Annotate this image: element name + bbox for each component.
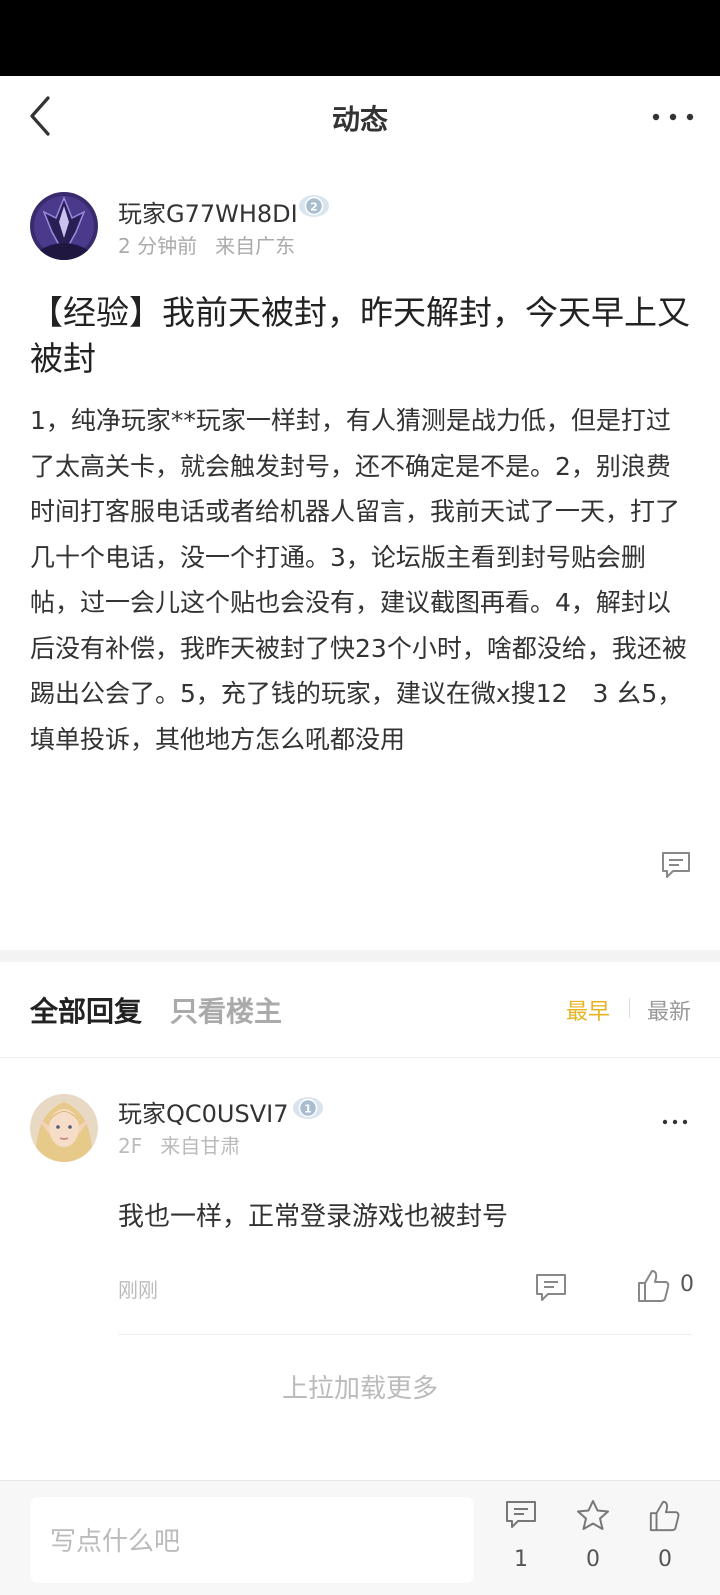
level-medal-icon: 2 bbox=[299, 195, 329, 217]
reply-item: 玩家QC0USVI7 1 2F 来自甘肃 我也一样，正常登录游戏也被封号 刚刚 0 bbox=[0, 1058, 720, 1338]
favorite-count: 0 bbox=[586, 1547, 600, 1572]
post-time: 2 分钟前 bbox=[118, 234, 198, 258]
post-author: 玩家G77WH8DI 2 2 分钟前 来自广东 bbox=[30, 192, 690, 262]
level-medal-icon: 1 bbox=[293, 1097, 323, 1119]
post-title: 【经验】我前天被封，昨天解封，今天早上又被封 bbox=[30, 293, 690, 378]
page-title: 动态 bbox=[331, 103, 388, 136]
thumbs-up-icon bbox=[649, 1500, 680, 1532]
elf-girl-avatar-icon bbox=[30, 1094, 98, 1162]
reply-text: 我也一样，正常登录游戏也被封号 bbox=[118, 1202, 509, 1232]
level-badge: 1 bbox=[292, 1094, 324, 1122]
reply-like-count: 0 bbox=[680, 1272, 694, 1297]
sort-latest[interactable]: 最新 bbox=[647, 994, 691, 1026]
armored-knight-avatar-icon bbox=[30, 192, 98, 260]
post-location: 来自广东 bbox=[215, 234, 296, 258]
bottom-bar: 写点什么吧 1 0 0 bbox=[0, 1480, 720, 1595]
author-name[interactable]: 玩家G77WH8DI bbox=[118, 194, 298, 229]
post-body: 1，纯净玩家**玩家一样封，有人猜测是战力低，但是打过了太高关卡，就会触发封号，… bbox=[30, 406, 687, 754]
favorite-button[interactable]: 0 bbox=[568, 1491, 618, 1581]
nav-bar: 动态 bbox=[0, 76, 720, 156]
level-number: 2 bbox=[310, 201, 318, 214]
reply-time: 刚刚 bbox=[118, 1278, 158, 1302]
level-number: 1 bbox=[304, 1103, 312, 1116]
load-more-hint: 上拉加载更多 bbox=[281, 1374, 438, 1404]
more-dots-icon bbox=[662, 1119, 688, 1125]
like-button[interactable]: 0 bbox=[640, 1491, 690, 1581]
reply-comment-button[interactable] bbox=[534, 1272, 568, 1304]
status-bar bbox=[0, 0, 720, 76]
avatar[interactable] bbox=[30, 1094, 98, 1162]
comment-icon bbox=[536, 1274, 566, 1301]
more-dots-icon bbox=[652, 113, 694, 121]
post-comment-button[interactable] bbox=[660, 850, 692, 880]
comment-input[interactable]: 写点什么吧 bbox=[30, 1497, 474, 1583]
post-meta: 2 分钟前 来自广东 bbox=[118, 230, 313, 259]
reply-more-button[interactable] bbox=[660, 1112, 690, 1132]
reply-author-name[interactable]: 玩家QC0USVI7 bbox=[118, 1094, 288, 1129]
reply-tabs: 全部回复 只看楼主 最早 最新 bbox=[0, 962, 720, 1058]
comment-count: 1 bbox=[514, 1547, 528, 1572]
reply-meta: 2F 来自甘肃 bbox=[118, 1130, 258, 1159]
sort-separator bbox=[629, 998, 630, 1018]
like-count: 0 bbox=[658, 1547, 672, 1572]
reply-floor: 2F bbox=[118, 1134, 143, 1158]
reply-location: 来自甘肃 bbox=[160, 1134, 241, 1158]
reply-divider bbox=[118, 1334, 692, 1335]
avatar[interactable] bbox=[30, 192, 98, 260]
comment-icon bbox=[506, 1501, 536, 1528]
comment-button[interactable]: 1 bbox=[496, 1491, 546, 1581]
thumbs-up-icon bbox=[638, 1270, 670, 1302]
level-badge: 2 bbox=[298, 192, 330, 220]
tab-op-only[interactable]: 只看楼主 bbox=[170, 990, 282, 1030]
sort-earliest[interactable]: 最早 bbox=[566, 994, 610, 1026]
comment-icon bbox=[662, 852, 690, 878]
section-divider bbox=[0, 950, 720, 962]
comment-input-placeholder: 写点什么吧 bbox=[50, 1527, 181, 1557]
tab-all-replies[interactable]: 全部回复 bbox=[30, 990, 142, 1030]
more-options-button[interactable] bbox=[650, 102, 696, 132]
star-icon bbox=[577, 1500, 609, 1530]
